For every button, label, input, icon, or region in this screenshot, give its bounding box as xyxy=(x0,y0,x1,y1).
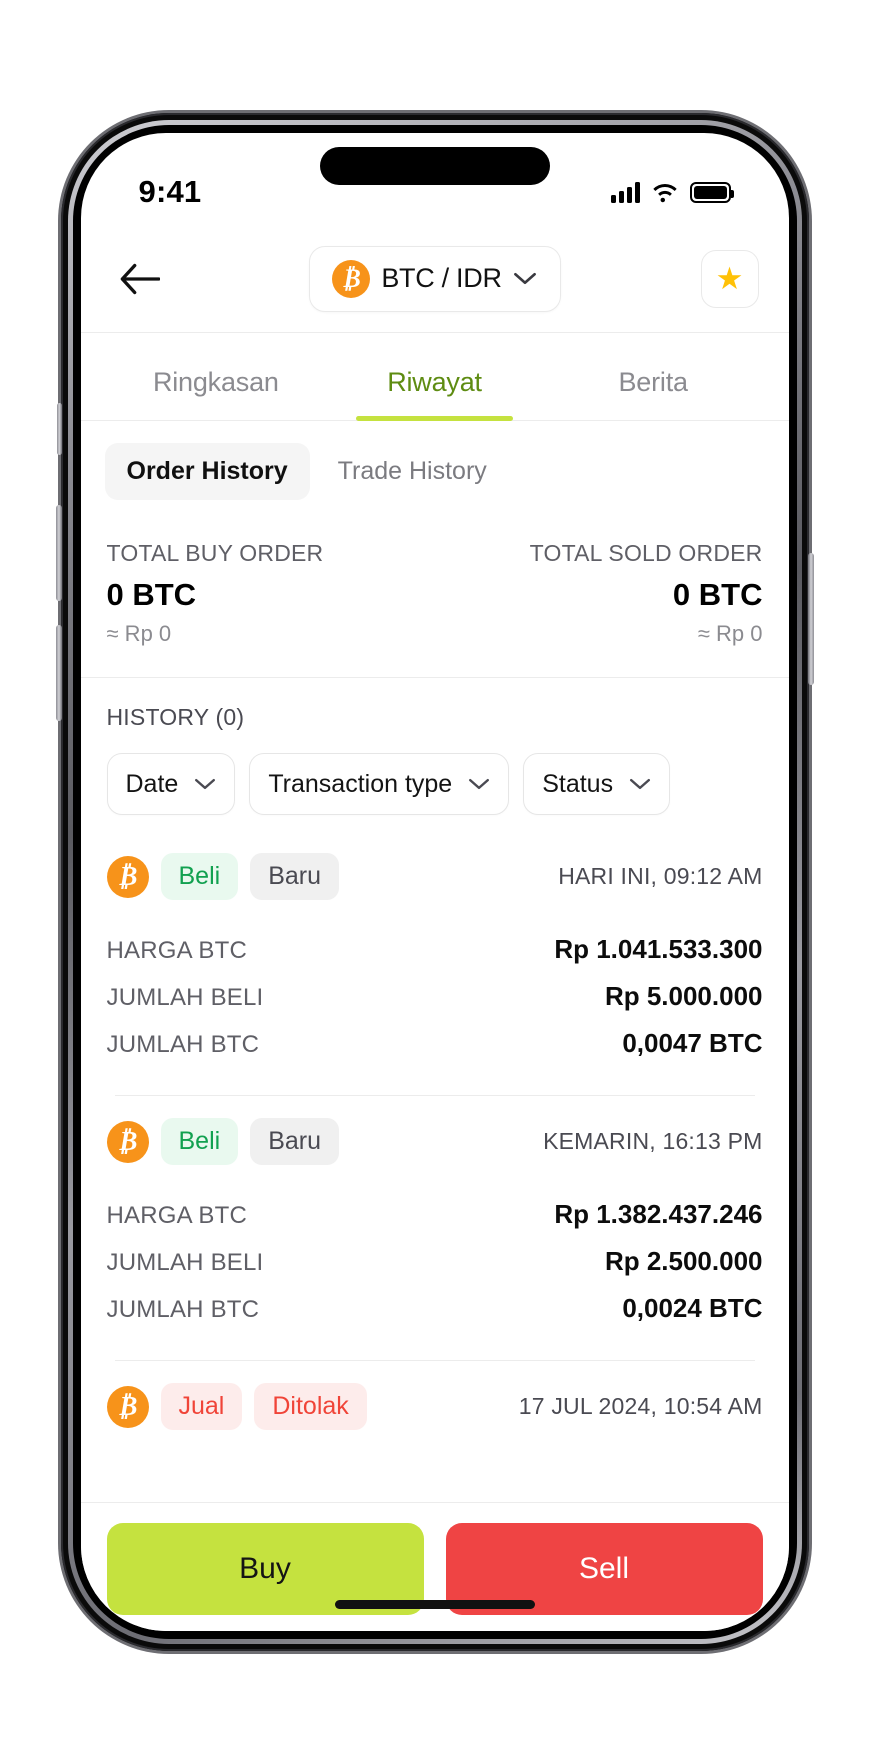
list-item[interactable]: ₿ Beli Baru KEMARIN, 16:13 PM HARGA BTC … xyxy=(81,1096,789,1361)
row-value: Rp 2.500.000 xyxy=(604,1246,763,1276)
row-key: HARGA BTC xyxy=(106,937,247,964)
total-sold-caption: TOTAL SOLD ORDER xyxy=(529,540,763,566)
pair-selector[interactable]: ₿ BTC / IDR xyxy=(308,245,561,312)
status-icons xyxy=(610,181,734,203)
chevron-down-icon xyxy=(195,778,216,790)
bitcoin-icon: ₿ xyxy=(106,1120,149,1163)
transaction-header: ₿ Beli Baru KEMARIN, 16:13 PM xyxy=(106,1118,763,1165)
row-value: Rp 1.041.533.300 xyxy=(554,934,763,964)
bitcoin-icon: ₿ xyxy=(332,259,371,298)
status-badge: Baru xyxy=(250,853,339,900)
tab-ringkasan[interactable]: Ringkasan xyxy=(107,333,326,420)
status-badge: Beli xyxy=(160,853,239,900)
phone-frame: 9:41 ₿ BTC / IDR ★ Ringkasan Riwayat Ber… xyxy=(55,113,814,1651)
table-row: JUMLAH BELI Rp 5.000.000 xyxy=(107,973,763,1020)
home-indicator[interactable] xyxy=(334,1600,535,1609)
battery-full-icon xyxy=(689,181,734,203)
bitcoin-icon: ₿ xyxy=(106,1385,149,1428)
row-key: HARGA BTC xyxy=(106,1202,247,1229)
list-item[interactable]: ₿ Jual Ditolak 17 JUL 2024, 10:54 AM xyxy=(81,1361,789,1430)
cellular-bars-icon xyxy=(610,181,640,203)
favorite-button[interactable]: ★ xyxy=(700,249,759,308)
star-icon: ★ xyxy=(715,261,744,296)
totals-summary: TOTAL BUY ORDER 0 BTC ≈ Rp 0 TOTAL SOLD … xyxy=(80,518,789,678)
filter-status[interactable]: Status xyxy=(523,753,671,815)
total-buy-caption: TOTAL BUY ORDER xyxy=(106,540,324,566)
screenshot-stage: 9:41 ₿ BTC / IDR ★ Ringkasan Riwayat Ber… xyxy=(0,0,869,1764)
filter-date[interactable]: Date xyxy=(106,753,236,815)
total-sold-approx: ≈ Rp 0 xyxy=(697,621,763,646)
row-key: JUMLAH BTC xyxy=(106,1296,260,1323)
row-key: JUMLAH BELI xyxy=(106,984,264,1011)
row-value: 0,0024 BTC xyxy=(622,1293,763,1323)
chevron-down-icon xyxy=(513,272,536,285)
table-row: JUMLAH BTC 0,0047 BTC xyxy=(107,1020,763,1067)
transaction-header: ₿ Beli Baru HARI INI, 09:12 AM xyxy=(106,853,763,900)
bitcoin-icon: ₿ xyxy=(106,855,149,898)
table-row: HARGA BTC Rp 1.041.533.300 xyxy=(107,926,763,973)
filter-row: Date Transaction type Status xyxy=(81,731,789,831)
list-item[interactable]: ₿ Beli Baru HARI INI, 09:12 AM HARGA BTC… xyxy=(81,831,789,1096)
arrow-left-icon xyxy=(120,263,160,294)
wifi-icon xyxy=(652,183,677,202)
transaction-list[interactable]: ₿ Beli Baru HARI INI, 09:12 AM HARGA BTC… xyxy=(81,831,789,1456)
volume-up-button[interactable] xyxy=(55,505,62,601)
total-sold-order: TOTAL SOLD ORDER 0 BTC ≈ Rp 0 xyxy=(530,540,763,647)
main-tab-bar: Ringkasan Riwayat Berita xyxy=(80,333,789,421)
history-heading: HISTORY (0) xyxy=(106,704,245,730)
back-button[interactable] xyxy=(111,250,169,308)
tab-berita[interactable]: Berita xyxy=(544,333,763,420)
total-buy-order: TOTAL BUY ORDER 0 BTC ≈ Rp 0 xyxy=(107,540,324,647)
chevron-down-icon xyxy=(630,778,651,790)
silent-switch[interactable] xyxy=(56,403,62,455)
filter-transaction-type-label: Transaction type xyxy=(268,769,453,798)
pair-label: BTC / IDR xyxy=(381,263,502,293)
top-nav-bar: ₿ BTC / IDR ★ xyxy=(80,225,789,333)
filter-transaction-type[interactable]: Transaction type xyxy=(249,753,510,815)
sub-tab-bar: Order History Trade History xyxy=(81,421,789,518)
row-key: JUMLAH BTC xyxy=(106,1031,260,1058)
action-bar: Buy Sell xyxy=(80,1502,789,1631)
table-row: JUMLAH BTC 0,0024 BTC xyxy=(107,1285,763,1332)
filter-status-label: Status xyxy=(542,769,614,798)
status-badge: Ditolak xyxy=(254,1383,367,1430)
filter-date-label: Date xyxy=(125,769,179,798)
table-row: HARGA BTC Rp 1.382.437.246 xyxy=(107,1191,763,1238)
phone-screen: 9:41 ₿ BTC / IDR ★ Ringkasan Riwayat Ber… xyxy=(80,133,789,1631)
status-time: 9:41 xyxy=(138,174,202,209)
transaction-timestamp: KEMARIN, 16:13 PM xyxy=(543,1128,763,1154)
row-value: 0,0047 BTC xyxy=(622,1028,763,1058)
total-sold-value: 0 BTC xyxy=(672,577,763,612)
power-button[interactable] xyxy=(807,553,814,685)
transaction-timestamp: 17 JUL 2024, 10:54 AM xyxy=(518,1393,763,1419)
tab-riwayat[interactable]: Riwayat xyxy=(325,333,544,421)
chevron-down-icon xyxy=(469,778,490,790)
status-badge: Jual xyxy=(160,1383,243,1430)
subtab-order-history[interactable]: Order History xyxy=(104,443,310,500)
total-buy-value: 0 BTC xyxy=(106,577,197,612)
table-row: JUMLAH BELI Rp 2.500.000 xyxy=(107,1238,763,1285)
row-value: Rp 1.382.437.246 xyxy=(554,1199,763,1229)
total-buy-approx: ≈ Rp 0 xyxy=(106,621,172,646)
volume-down-button[interactable] xyxy=(55,625,62,721)
row-key: JUMLAH BELI xyxy=(106,1249,264,1276)
row-value: Rp 5.000.000 xyxy=(604,981,763,1011)
subtab-trade-history[interactable]: Trade History xyxy=(316,443,509,500)
dynamic-island xyxy=(319,147,550,185)
status-badge: Beli xyxy=(160,1118,239,1165)
status-badge: Baru xyxy=(250,1118,339,1165)
transaction-timestamp: HARI INI, 09:12 AM xyxy=(558,863,763,889)
transaction-header: ₿ Jual Ditolak 17 JUL 2024, 10:54 AM xyxy=(106,1383,763,1430)
